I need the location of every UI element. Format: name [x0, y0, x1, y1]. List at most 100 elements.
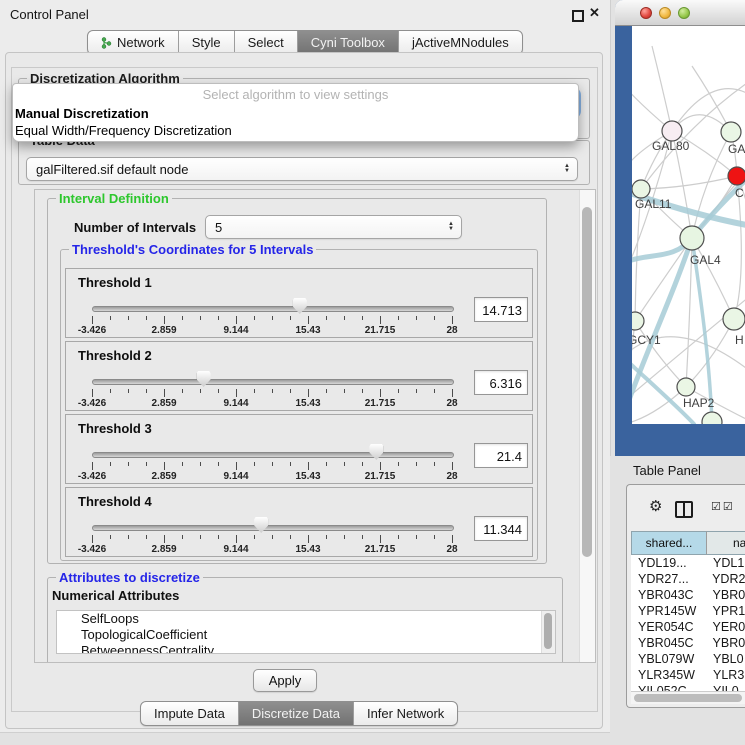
tab-style[interactable]: Style [179, 31, 235, 54]
column-header-shared-name[interactable]: shared... [631, 531, 707, 555]
slider-track[interactable] [92, 525, 454, 531]
table-row[interactable]: YBL079WYBL0 [631, 651, 745, 667]
settings-vertical-scrollbar[interactable] [579, 190, 595, 662]
algorithm-option-manual[interactable]: Manual Discretization [13, 103, 578, 121]
cell-shared-name[interactable]: YPR145W [631, 603, 707, 619]
tick-mark [182, 462, 183, 466]
cell-name[interactable]: YDR2 [706, 571, 745, 587]
network-window-titlebar[interactable] [615, 0, 745, 26]
cell-shared-name[interactable]: YDL19... [631, 555, 707, 571]
algorithm-hint: Select algorithm to view settings [13, 84, 578, 103]
table-row[interactable]: YBR043CYBR0 [631, 587, 745, 603]
tick-mark [308, 535, 309, 543]
tick-mark [218, 462, 219, 466]
threshold-value-field[interactable]: 14.713 [474, 297, 528, 322]
table-row[interactable]: YDL19...YDL1 [631, 555, 745, 571]
slider-tick-labels: -3.4262.8599.14415.4321.71528 [92, 398, 452, 410]
gear-icon[interactable]: ⚙ [649, 497, 662, 515]
network-node-gal11[interactable] [632, 180, 650, 198]
close-icon[interactable]: ✕ [589, 5, 600, 21]
slider-track[interactable] [92, 379, 454, 385]
slider-track[interactable] [92, 306, 454, 312]
table-row[interactable]: YDR27...YDR2 [631, 571, 745, 587]
cell-shared-name[interactable]: YBR043C [631, 587, 707, 603]
attribute-item[interactable]: BetweennessCentrality [57, 643, 555, 654]
network-node-label: C [735, 186, 744, 200]
tab-select[interactable]: Select [235, 31, 298, 54]
threshold-value-field[interactable]: 11.344 [474, 516, 528, 541]
numerical-attributes-list: SelfLoopsTopologicalCoefficientBetweenne… [56, 610, 556, 654]
attributes-scrollbar-thumb[interactable] [544, 613, 552, 649]
checkbox-icons[interactable]: ☑☑ [711, 500, 735, 513]
columns-icon[interactable] [675, 501, 693, 518]
minimize-traffic-light-icon[interactable] [659, 7, 671, 19]
table-row[interactable]: YIL052CYIL0 [631, 683, 745, 691]
cell-name[interactable]: YDL1 [707, 555, 744, 571]
cell-name[interactable]: YPR1 [707, 603, 745, 619]
tab-impute-data[interactable]: Impute Data [141, 702, 239, 725]
network-node-c[interactable] [728, 167, 745, 185]
cell-shared-name[interactable]: YLR345W [631, 667, 707, 683]
table-row[interactable]: YLR345WYLR3 [631, 667, 745, 683]
threshold-label: Threshold 4 [78, 494, 152, 509]
tick-label: 28 [446, 471, 457, 482]
column-header-name[interactable]: na [706, 531, 745, 555]
attributes-list-scrollbar[interactable] [541, 611, 555, 653]
tick-mark [290, 462, 291, 466]
network-node-hap2[interactable] [677, 378, 695, 396]
tick-mark [254, 389, 255, 393]
network-node-node-partial[interactable] [702, 412, 722, 424]
table-horizontal-scrollbar[interactable] [631, 691, 745, 704]
table-row[interactable]: YER054CYER0 [631, 619, 745, 635]
number-of-intervals-combobox[interactable]: 5 ▲ ▼ [205, 215, 462, 239]
cell-name[interactable]: YLR3 [707, 667, 744, 683]
network-node-ga[interactable] [721, 122, 741, 142]
threshold-panel-3: Threshold 3-3.4262.8599.14415.4321.71528… [65, 414, 533, 484]
tick-mark [344, 316, 345, 320]
cell-shared-name[interactable]: YIL052C [631, 683, 707, 691]
number-of-intervals-label: Number of Intervals [74, 220, 196, 235]
table-data-combobox[interactable]: galFiltered.sif default node ▲ ▼ [26, 157, 578, 181]
tick-mark [200, 535, 201, 539]
network-node-gal4[interactable] [680, 226, 704, 250]
table-row[interactable]: YPR145WYPR1 [631, 603, 745, 619]
close-traffic-light-icon[interactable] [640, 7, 652, 19]
tab-label: Infer Network [367, 706, 444, 721]
cell-name[interactable]: YER0 [707, 619, 745, 635]
tick-mark [164, 535, 165, 543]
table-hscrollbar-thumb[interactable] [634, 694, 742, 702]
attribute-item[interactable]: TopologicalCoefficient [57, 627, 555, 643]
cell-shared-name[interactable]: YDR27... [631, 571, 706, 587]
slider-tick-labels: -3.4262.8599.14415.4321.71528 [92, 471, 452, 483]
cell-name[interactable]: YBL0 [707, 651, 744, 667]
network-node-gcy1[interactable] [632, 312, 644, 330]
tab-jactivemnodules[interactable]: jActiveMNodules [399, 31, 522, 54]
cell-name[interactable]: YBR0 [707, 587, 745, 603]
attribute-item[interactable]: SelfLoops [57, 611, 555, 627]
tab-discretize-data[interactable]: Discretize Data [239, 702, 354, 725]
apply-button[interactable]: Apply [253, 669, 317, 692]
settings-scrollbar-thumb[interactable] [582, 207, 592, 557]
tick-mark [236, 462, 237, 470]
slider-track[interactable] [92, 452, 454, 458]
tick-mark [344, 535, 345, 539]
network-node-gal80[interactable] [662, 121, 682, 141]
tab-network[interactable]: Network [88, 31, 179, 54]
tab-infer-network[interactable]: Infer Network [354, 702, 457, 725]
zoom-traffic-light-icon[interactable] [678, 7, 690, 19]
algorithm-option-equal-width[interactable]: Equal Width/Frequency Discretization [13, 121, 578, 138]
tab-cyni-toolbox[interactable]: Cyni Toolbox [298, 31, 399, 54]
threshold-value-field[interactable]: 6.316 [474, 370, 528, 395]
slider-tick-labels: -3.4262.8599.14415.4321.71528 [92, 325, 452, 337]
table-row[interactable]: YBR045CYBR0 [631, 635, 745, 651]
cell-shared-name[interactable]: YER054C [631, 619, 707, 635]
cell-shared-name[interactable]: YBL079W [631, 651, 707, 667]
float-window-icon[interactable] [572, 10, 584, 22]
threshold-value-field[interactable]: 21.4 [474, 443, 528, 468]
cell-shared-name[interactable]: YBR045C [631, 635, 707, 651]
cell-name[interactable]: YIL0 [707, 683, 739, 691]
cell-name[interactable]: YBR0 [707, 635, 745, 651]
network-node-h[interactable] [723, 308, 745, 330]
tick-mark [254, 462, 255, 466]
network-canvas[interactable]: GAL80GACGAL11GAL4GCY1HHAP2 [632, 26, 745, 424]
